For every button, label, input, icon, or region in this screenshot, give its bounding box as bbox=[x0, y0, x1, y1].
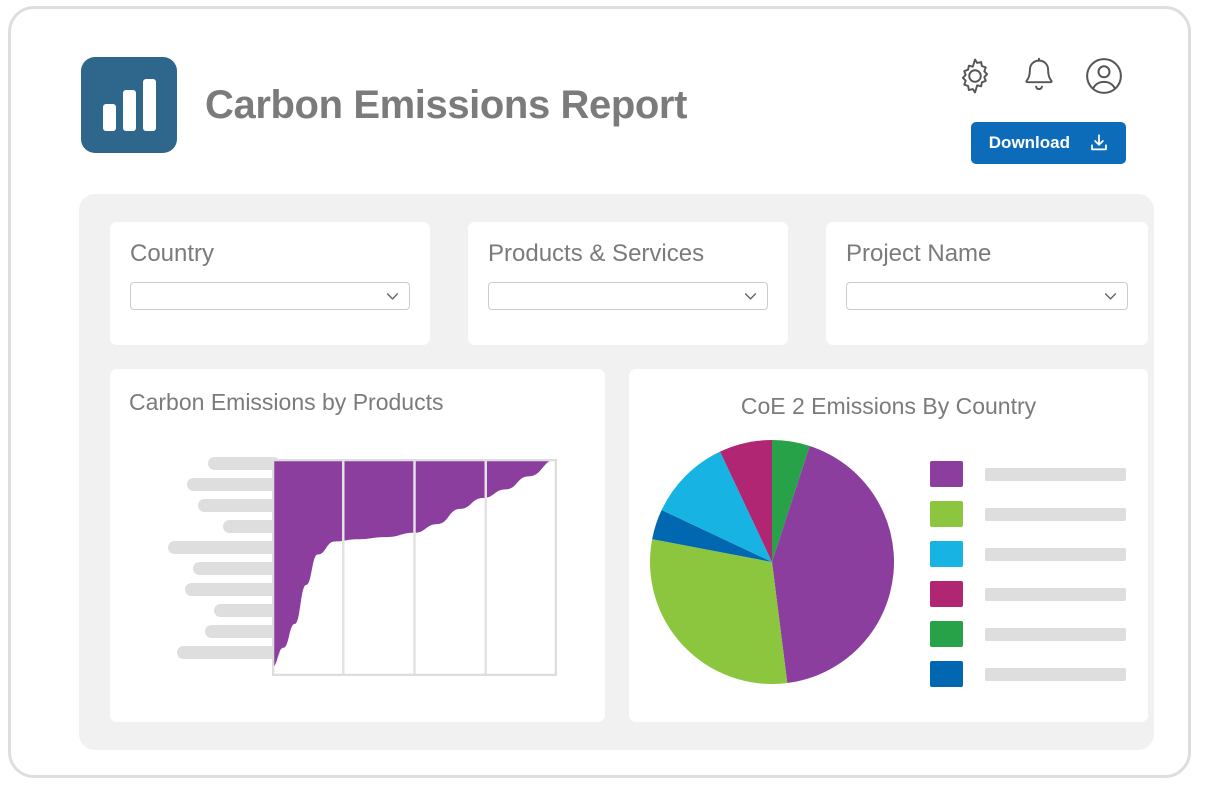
skeleton-label-bar bbox=[198, 499, 280, 512]
pie-chart-country bbox=[647, 437, 897, 687]
bar-chart-logo-icon bbox=[81, 57, 177, 153]
logo-bar-2 bbox=[122, 90, 136, 131]
legend-item[interactable] bbox=[930, 581, 1126, 607]
skeleton-label-bar bbox=[185, 583, 280, 596]
skeleton-label-bar bbox=[177, 646, 280, 659]
filter-label-products-services: Products & Services bbox=[488, 240, 705, 267]
legend-label-skeleton bbox=[985, 547, 1126, 561]
legend-label-skeleton bbox=[985, 507, 1126, 521]
download-button-label: Download bbox=[988, 133, 1070, 152]
project-name-select[interactable] bbox=[846, 282, 1128, 310]
chart-title-country: CoE 2 Emissions By Country bbox=[740, 393, 1037, 419]
skeleton-label-bar bbox=[208, 457, 280, 470]
download-icon bbox=[1088, 132, 1110, 154]
legend-swatch bbox=[930, 461, 963, 487]
gear-icon[interactable] bbox=[954, 55, 996, 97]
legend-swatch bbox=[930, 541, 963, 567]
legend-item[interactable] bbox=[930, 621, 1126, 647]
header-icon-group bbox=[954, 54, 1126, 98]
legend-label-skeleton bbox=[985, 667, 1126, 681]
pie-legend bbox=[930, 461, 1126, 687]
skeleton-label-list bbox=[140, 457, 280, 659]
filter-bar: Country Products & Services Project Name bbox=[79, 194, 1154, 354]
filter-card-products-services: Products & Services bbox=[468, 222, 788, 345]
filter-card-country: Country bbox=[110, 222, 430, 345]
logo-bars bbox=[102, 79, 156, 131]
legend-item[interactable] bbox=[930, 541, 1126, 567]
legend-item[interactable] bbox=[930, 461, 1126, 487]
area-chart-products bbox=[271, 458, 558, 677]
user-avatar-icon[interactable] bbox=[1082, 54, 1126, 98]
filter-label-project-name: Project Name bbox=[846, 240, 992, 267]
dashboard-panel: Country Products & Services Project Name… bbox=[79, 194, 1154, 750]
products-services-select[interactable] bbox=[488, 282, 768, 310]
download-button[interactable]: Download bbox=[970, 122, 1126, 164]
card-coe2-emissions-by-country: CoE 2 Emissions By Country bbox=[629, 369, 1148, 722]
chevron-down-icon bbox=[1102, 288, 1119, 305]
skeleton-label-bar bbox=[193, 562, 280, 575]
app-header: Carbon Emissions Report Download bbox=[11, 9, 1188, 184]
legend-label-skeleton bbox=[985, 467, 1126, 481]
logo-bar-1 bbox=[102, 104, 116, 131]
card-carbon-emissions-by-products: Carbon Emissions by Products bbox=[110, 369, 605, 722]
legend-swatch bbox=[930, 661, 963, 687]
brand: Carbon Emissions Report bbox=[81, 57, 687, 153]
legend-label-skeleton bbox=[985, 587, 1126, 601]
logo-bar-3 bbox=[142, 79, 156, 131]
legend-swatch bbox=[930, 501, 963, 527]
page-title: Carbon Emissions Report bbox=[205, 82, 687, 127]
skeleton-label-bar bbox=[187, 478, 280, 491]
legend-label-skeleton bbox=[985, 627, 1126, 641]
legend-swatch bbox=[930, 581, 963, 607]
filter-card-project-name: Project Name bbox=[826, 222, 1148, 345]
skeleton-label-bar bbox=[168, 541, 280, 554]
app-window: Carbon Emissions Report Download Country… bbox=[8, 6, 1191, 778]
country-select[interactable] bbox=[130, 282, 410, 310]
bell-icon[interactable] bbox=[1018, 55, 1060, 97]
legend-item[interactable] bbox=[930, 661, 1126, 687]
legend-swatch bbox=[930, 621, 963, 647]
legend-item[interactable] bbox=[930, 501, 1126, 527]
skeleton-label-bar bbox=[205, 625, 280, 638]
chevron-down-icon bbox=[742, 288, 759, 305]
skeleton-label-bar bbox=[214, 604, 280, 617]
chart-title-products: Carbon Emissions by Products bbox=[129, 389, 444, 415]
filter-label-country: Country bbox=[130, 240, 215, 267]
chevron-down-icon bbox=[384, 288, 401, 305]
